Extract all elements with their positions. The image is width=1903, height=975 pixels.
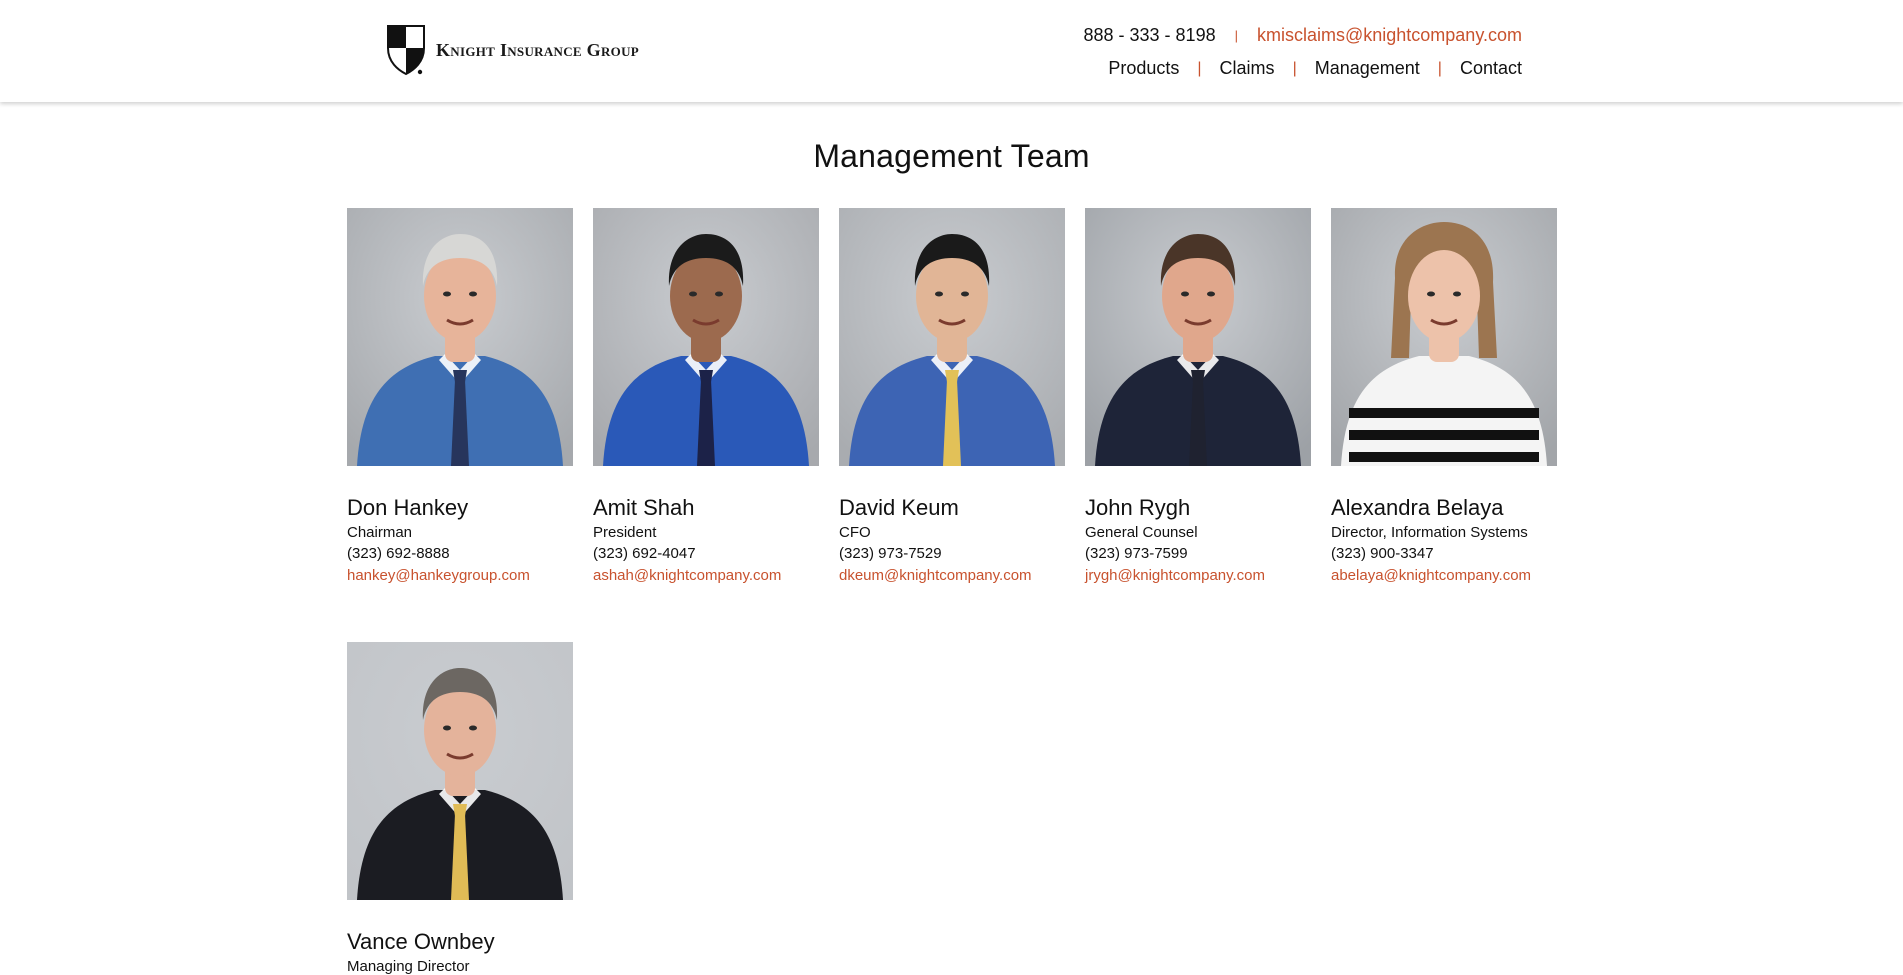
person-phone[interactable]: (323) 900-3347 (1331, 545, 1557, 562)
person-name: David Keum (839, 495, 959, 520)
team-card: John Rygh General Counsel (323) 973-7599… (1085, 208, 1311, 585)
headshot-photo (1331, 208, 1557, 466)
person-title: President (593, 524, 657, 541)
header-contact: 888 - 333 - 8198 | kmisclaims@knightcomp… (1083, 25, 1522, 46)
header-email-link[interactable]: kmisclaims@knightcompany.com (1257, 25, 1522, 46)
person-name: Amit Shah (593, 495, 695, 520)
divider: | (1437, 59, 1442, 77)
person-title: CFO (839, 524, 871, 541)
person-name: Don Hankey (347, 495, 469, 520)
person-title: Managing Director (347, 958, 470, 975)
headshot-photo (839, 208, 1065, 466)
person-phone[interactable]: (323) 973-7599 (1085, 545, 1311, 562)
shield-icon (386, 24, 426, 76)
main-nav: Products | Claims | Management | Contact (1108, 58, 1522, 79)
nav-management[interactable]: Management (1315, 58, 1420, 79)
team-card: Don Hankey Chairman (323) 692-8888 hanke… (347, 208, 573, 585)
person-phone[interactable]: (323) 692-4047 (593, 545, 819, 562)
person-phone[interactable]: (323) 973-7529 (839, 545, 1065, 562)
brand-logo[interactable]: Knight Insurance Group (386, 24, 639, 76)
person-title: Director, Information Systems (1331, 524, 1528, 541)
divider: | (1292, 59, 1297, 77)
person-email-link[interactable]: abelaya@knightcompany.com (1331, 567, 1531, 584)
person-email-link[interactable]: hankey@hankeygroup.com (347, 567, 530, 584)
headshot-photo (347, 208, 573, 466)
person-email-link[interactable]: ashah@knightcompany.com (593, 567, 781, 584)
team-card: Alexandra Belaya Director, Information S… (1331, 208, 1557, 585)
page-title: Management Team (813, 138, 1090, 174)
nav-contact[interactable]: Contact (1460, 58, 1522, 79)
headshot-photo (1085, 208, 1311, 466)
header-phone[interactable]: 888 - 333 - 8198 (1083, 25, 1215, 46)
divider: | (1197, 59, 1202, 77)
brand-name: Knight Insurance Group (436, 39, 640, 60)
headshot-photo (347, 642, 573, 900)
nav-claims[interactable]: Claims (1220, 58, 1275, 79)
team-card: Amit Shah President (323) 692-4047 ashah… (593, 208, 819, 585)
team-card: David Keum CFO (323) 973-7529 dkeum@knig… (839, 208, 1065, 585)
person-name: Alexandra Belaya (1331, 495, 1504, 520)
site-header: Knight Insurance Group 888 - 333 - 8198 … (0, 0, 1903, 102)
person-email-link[interactable]: dkeum@knightcompany.com (839, 567, 1032, 584)
person-title: General Counsel (1085, 524, 1198, 541)
person-name: John Rygh (1085, 495, 1191, 520)
person-title: Chairman (347, 524, 413, 541)
headshot-photo (593, 208, 819, 466)
divider: | (1234, 28, 1238, 43)
person-phone[interactable]: (323) 692-8888 (347, 545, 573, 562)
person-name: Vance Ownbey (347, 929, 495, 954)
nav-products[interactable]: Products (1108, 58, 1179, 79)
team-card: Vance Ownbey Managing Director (347, 642, 573, 975)
person-email-link[interactable]: jrygh@knightcompany.com (1085, 567, 1265, 584)
